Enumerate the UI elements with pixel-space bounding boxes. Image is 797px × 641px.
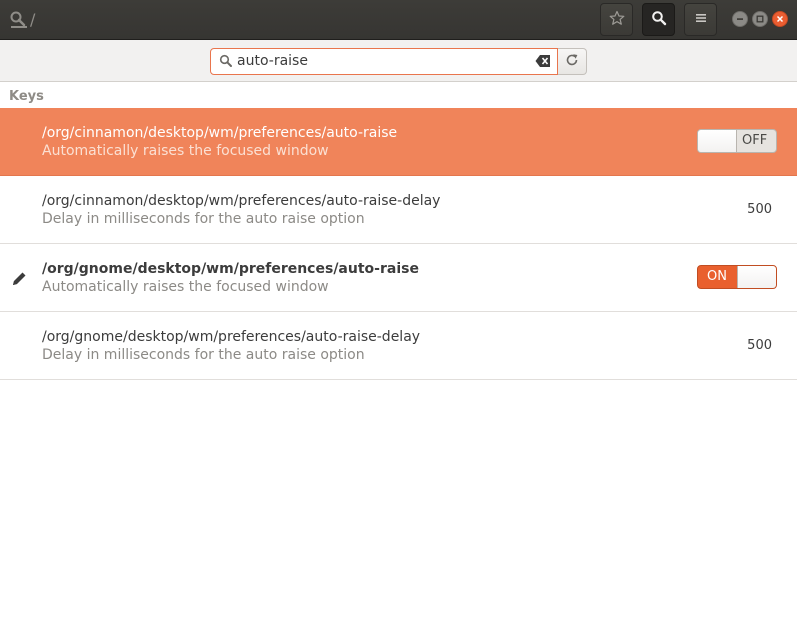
switch-state-label: ON: [707, 269, 727, 284]
clear-search-icon[interactable]: [535, 54, 551, 72]
key-row[interactable]: /org/gnome/desktop/wm/preferences/auto-r…: [0, 312, 797, 380]
key-path: /org/gnome/desktop/wm/preferences/auto-r…: [42, 261, 419, 277]
toggle-switch[interactable]: OFF: [697, 129, 777, 153]
toggle-switch[interactable]: ON: [697, 265, 777, 289]
bookmark-button[interactable]: [600, 3, 633, 36]
key-description: Delay in milliseconds for the auto raise…: [42, 347, 365, 363]
reload-button[interactable]: [558, 48, 587, 75]
star-icon: [609, 10, 625, 30]
close-button[interactable]: [772, 11, 788, 27]
minimize-icon: [736, 11, 744, 27]
key-row[interactable]: /org/cinnamon/desktop/wm/preferences/aut…: [0, 176, 797, 244]
key-row[interactable]: /org/gnome/desktop/wm/preferences/auto-r…: [0, 244, 797, 312]
key-path: /org/cinnamon/desktop/wm/preferences/aut…: [42, 193, 441, 209]
keys-section-label: Keys: [9, 89, 44, 104]
switch-state-label: OFF: [742, 133, 768, 148]
search-icon: [219, 54, 233, 72]
key-description: Delay in milliseconds for the auto raise…: [42, 211, 365, 227]
hamburger-menu-icon: [694, 11, 708, 29]
switch-knob: [698, 130, 737, 152]
key-path: /org/gnome/desktop/wm/preferences/auto-r…: [42, 329, 421, 345]
dconf-editor-icon[interactable]: [9, 10, 29, 30]
main-menu-button[interactable]: [684, 3, 717, 36]
search-input-text[interactable]: auto-raise: [237, 53, 308, 69]
minimize-button[interactable]: [732, 11, 748, 27]
key-description: Automatically raises the focused window: [42, 143, 329, 159]
key-path: /org/cinnamon/desktop/wm/preferences/aut…: [42, 125, 398, 141]
maximize-button[interactable]: [752, 11, 768, 27]
close-icon: [776, 11, 784, 27]
header-bar: /: [0, 0, 797, 40]
switch-knob: [737, 266, 776, 288]
key-value: 500: [747, 202, 772, 217]
maximize-icon: [756, 11, 764, 27]
search-toggle-button[interactable]: [642, 3, 675, 36]
search-bar: auto-raise: [0, 40, 797, 82]
key-description: Automatically raises the focused window: [42, 279, 329, 295]
pencil-icon: [10, 270, 28, 292]
key-row[interactable]: /org/cinnamon/desktop/wm/preferences/aut…: [0, 108, 797, 176]
search-input[interactable]: auto-raise: [210, 48, 558, 75]
current-path[interactable]: /: [30, 10, 35, 29]
refresh-icon: [565, 53, 579, 71]
search-icon: [651, 10, 667, 30]
key-value: 500: [747, 338, 772, 353]
